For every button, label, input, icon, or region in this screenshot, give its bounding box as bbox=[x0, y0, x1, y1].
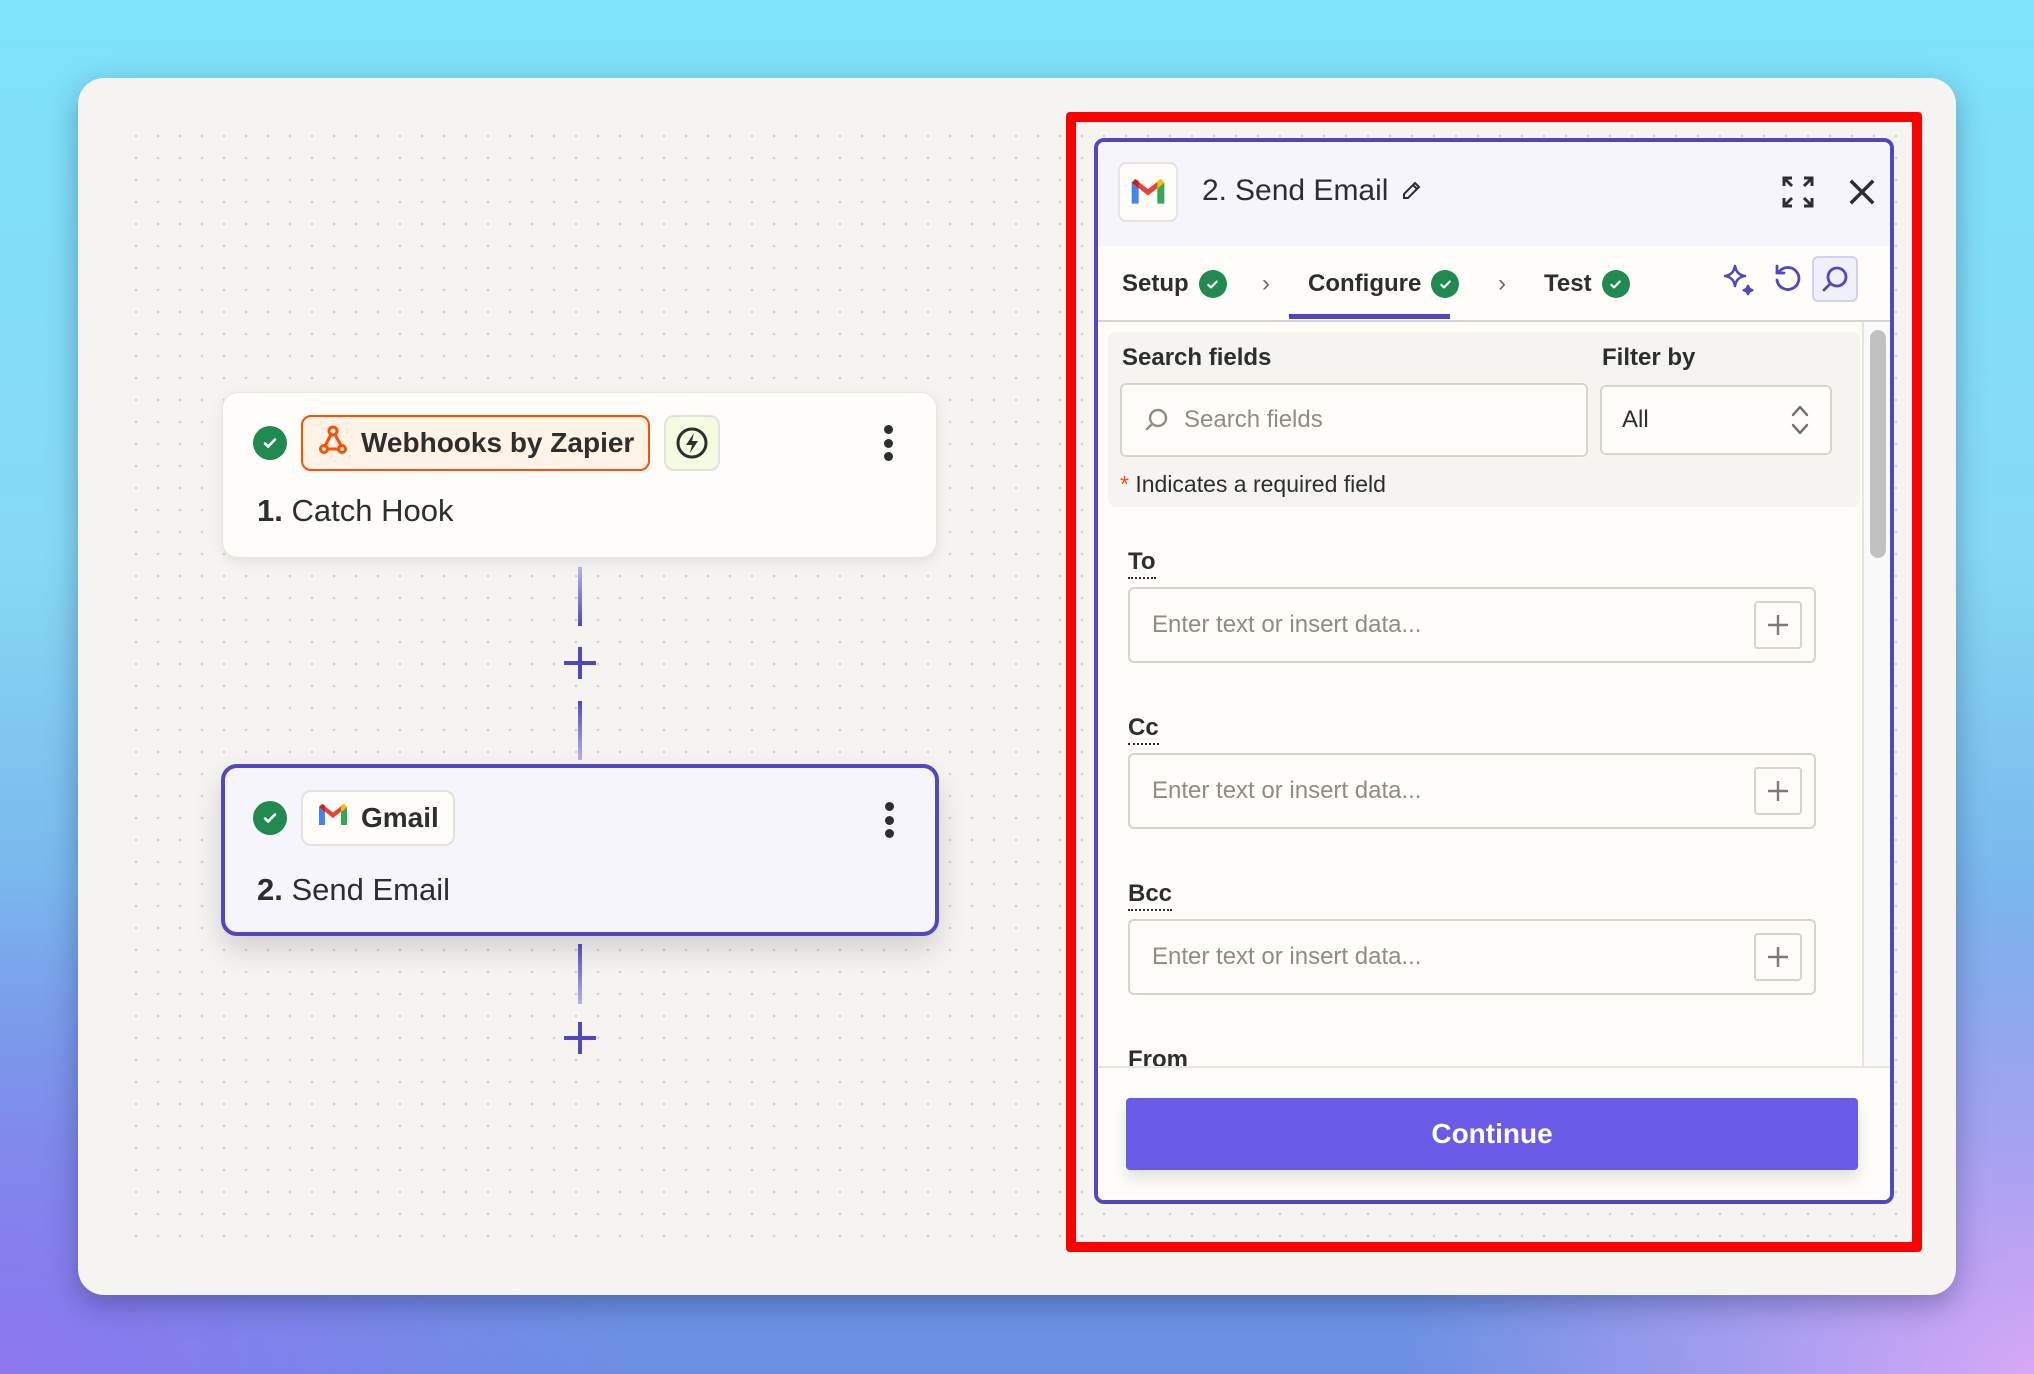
to-input[interactable] bbox=[1152, 611, 1712, 639]
search-fields-input[interactable] bbox=[1184, 406, 1564, 434]
step-tabs: Setup › Configure › Test bbox=[1098, 246, 1890, 322]
field-label: Bcc bbox=[1128, 880, 1173, 911]
field-label: To bbox=[1128, 548, 1156, 579]
search-icon bbox=[1145, 408, 1168, 431]
field-cc: Cc bbox=[1128, 714, 1816, 829]
gmail-icon bbox=[1118, 162, 1178, 222]
tab-setup[interactable]: Setup bbox=[1122, 246, 1227, 322]
ai-assist-button[interactable] bbox=[1715, 256, 1761, 302]
field-from: From bbox=[1128, 1046, 1816, 1066]
lightning-bolt-icon bbox=[676, 427, 708, 459]
chevron-updown-icon bbox=[1791, 405, 1809, 435]
check-circle-icon bbox=[253, 426, 287, 460]
field-label: Cc bbox=[1128, 714, 1159, 745]
gmail-icon bbox=[317, 802, 349, 834]
add-step-button[interactable] bbox=[560, 643, 600, 683]
field-filter-section: Search fields Filter by All * Indicates … bbox=[1108, 332, 1860, 507]
panel-header: 2. Send Email bbox=[1098, 142, 1890, 246]
connector-line bbox=[578, 701, 582, 760]
step-card-2[interactable]: Gmail 2. Send Email bbox=[221, 764, 939, 936]
app-name: Webhooks by Zapier bbox=[361, 427, 635, 458]
step-editor-panel: 2. Send Email Setup › Configure › Test S… bbox=[1094, 138, 1894, 1204]
close-icon[interactable] bbox=[1840, 170, 1884, 214]
step-card-1[interactable]: Webhooks by Zapier 1. Catch Hook bbox=[222, 392, 937, 558]
sparkle-icon bbox=[1723, 264, 1754, 296]
refresh-icon bbox=[1775, 264, 1801, 291]
step-title: 1. Catch Hook bbox=[257, 493, 454, 528]
search-icon bbox=[1822, 266, 1848, 292]
chevron-right-icon: › bbox=[1498, 270, 1506, 297]
continue-button[interactable]: Continue bbox=[1126, 1098, 1858, 1170]
filter-by-label: Filter by bbox=[1602, 344, 1696, 371]
check-circle-icon bbox=[253, 801, 287, 835]
scrollbar-thumb[interactable] bbox=[1870, 330, 1886, 558]
search-toggle-button[interactable] bbox=[1812, 256, 1858, 302]
search-fields-input-wrapper[interactable] bbox=[1120, 383, 1588, 457]
panel-footer: Continue bbox=[1098, 1066, 1890, 1200]
webhook-icon bbox=[317, 424, 349, 463]
check-circle-icon bbox=[1431, 270, 1460, 298]
more-options-icon[interactable] bbox=[878, 423, 898, 463]
connector-line bbox=[578, 944, 582, 1004]
bcc-input[interactable] bbox=[1152, 943, 1712, 971]
expand-icon[interactable] bbox=[1776, 170, 1820, 214]
field-label: From bbox=[1128, 1046, 1188, 1066]
trigger-badge bbox=[664, 415, 721, 471]
plus-icon bbox=[1768, 781, 1788, 801]
field-to: To bbox=[1128, 548, 1816, 663]
chevron-right-icon: › bbox=[1262, 270, 1270, 297]
tab-configure[interactable]: Configure bbox=[1308, 246, 1460, 322]
app-name: Gmail bbox=[361, 802, 439, 833]
insert-data-button[interactable] bbox=[1754, 601, 1802, 649]
panel-title[interactable]: 2. Send Email bbox=[1202, 174, 1422, 208]
check-circle-icon bbox=[1601, 270, 1630, 298]
step-title: 2. Send Email bbox=[257, 872, 451, 907]
scrollbar[interactable] bbox=[1862, 322, 1890, 1066]
field-input-wrapper[interactable] bbox=[1128, 587, 1816, 663]
required-field-note: * Indicates a required field bbox=[1120, 471, 1386, 497]
active-tab-indicator bbox=[1289, 314, 1450, 319]
insert-data-button[interactable] bbox=[1754, 933, 1802, 981]
tab-test[interactable]: Test bbox=[1544, 246, 1630, 322]
add-step-button[interactable] bbox=[560, 1018, 600, 1058]
cc-input[interactable] bbox=[1152, 777, 1712, 805]
pencil-icon[interactable] bbox=[1400, 180, 1422, 202]
more-options-icon[interactable] bbox=[879, 800, 899, 840]
plus-icon bbox=[1768, 947, 1788, 967]
field-input-wrapper[interactable] bbox=[1128, 753, 1816, 829]
app-chip-gmail[interactable]: Gmail bbox=[301, 790, 455, 846]
plus-icon bbox=[1768, 615, 1788, 635]
insert-data-button[interactable] bbox=[1754, 767, 1802, 815]
check-circle-icon bbox=[1198, 270, 1227, 298]
refresh-button[interactable] bbox=[1764, 256, 1810, 302]
filter-select[interactable]: All bbox=[1600, 385, 1832, 455]
search-fields-label: Search fields bbox=[1122, 344, 1272, 371]
connector-line bbox=[578, 567, 582, 626]
field-input-wrapper[interactable] bbox=[1128, 919, 1816, 995]
app-chip-webhooks[interactable]: Webhooks by Zapier bbox=[301, 415, 651, 471]
fields-scroll-area: Search fields Filter by All * Indicates … bbox=[1098, 322, 1890, 1066]
field-bcc: Bcc bbox=[1128, 880, 1816, 995]
